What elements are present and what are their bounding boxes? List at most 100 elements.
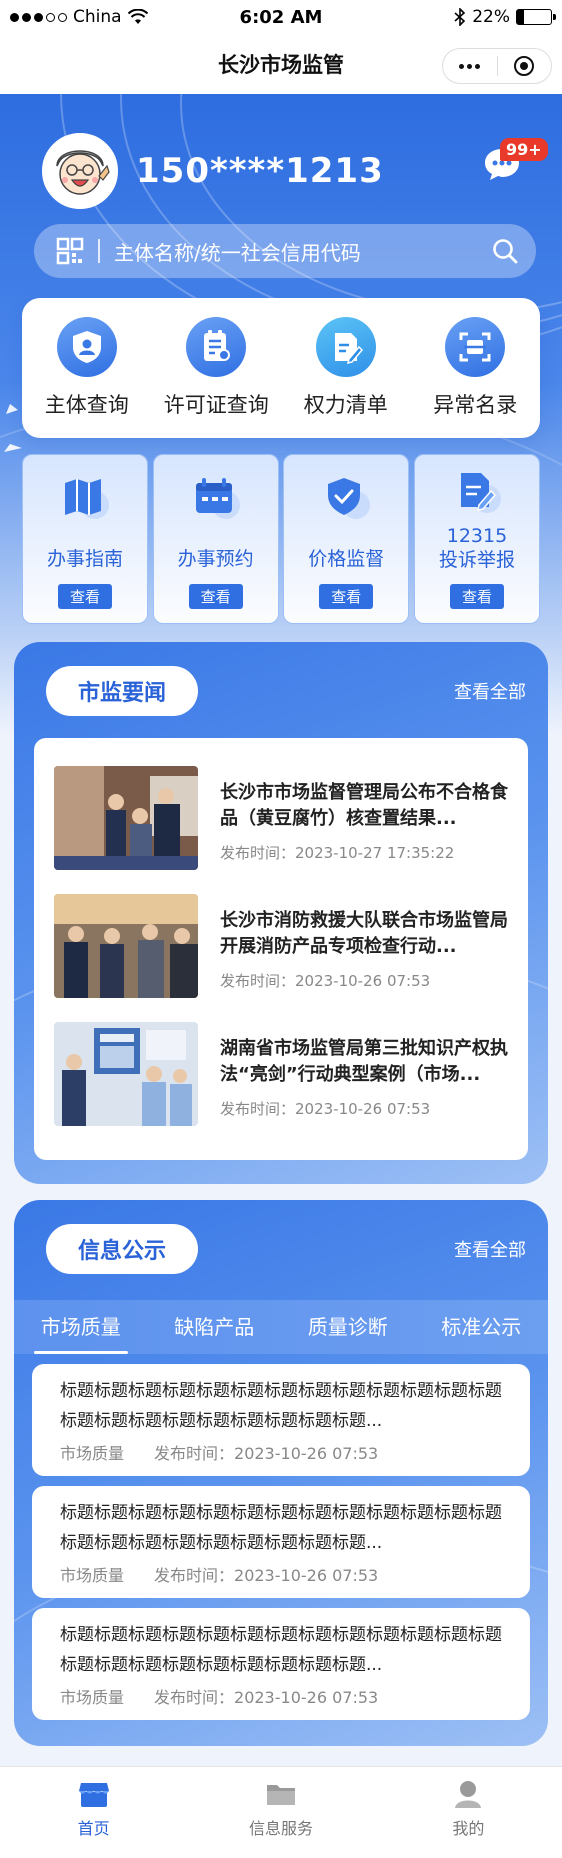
tabbar-label: 首页 (77, 1819, 110, 1838)
news-time: 发布时间：2023-10-27 17:35:22 (220, 844, 455, 862)
view-button[interactable]: 查看 (188, 584, 243, 609)
license-search-icon (186, 317, 247, 377)
tab-standard-notice[interactable]: 标准公示 (415, 1300, 549, 1354)
service-label-line: 投诉举报 (438, 549, 515, 571)
view-button[interactable]: 查看 (57, 584, 113, 609)
tabbar-mine[interactable]: 我的 (375, 1767, 562, 1858)
tab-market-quality[interactable]: 市场质量 (14, 1300, 148, 1354)
view-button[interactable]: 查看 (449, 584, 504, 609)
service-card-price-supervision[interactable]: 价格监督 查看 (283, 454, 410, 624)
notice-title: 标题标题标题标题标题标题标题标题标题标题标题标题标题标题标题标题标题标题标题标题… (60, 1625, 502, 1675)
news-list: 长沙市市场监督管理局公布不合格食品（黄豆腐竹）核查置结果... 发布时间：202… (34, 738, 528, 1160)
info-section-title: 信息公示 (46, 1224, 198, 1274)
avatar-icon (46, 137, 114, 205)
status-right: 22% (454, 7, 556, 27)
avatar[interactable] (42, 133, 118, 209)
notice-time: 发布时间：2023-10-26 07:53 (154, 1444, 379, 1463)
bluetooth-icon (454, 8, 466, 26)
quick-action-label: 权力清单 (303, 393, 388, 417)
news-view-all-link[interactable]: 查看全部 (454, 678, 526, 704)
target-icon (514, 56, 535, 76)
signal-icon (10, 12, 67, 22)
news-thumbnail (54, 766, 198, 870)
shield-check-icon (328, 478, 371, 519)
service-card-appointment[interactable]: 办事预约 查看 (152, 454, 279, 624)
news-title: 长沙市消防救援大队联合市场监管局开展消防产品专项检查行动... (220, 910, 508, 957)
battery-percent: 22% (472, 7, 510, 27)
user-phone: 150****1213 (136, 151, 384, 191)
tabbar-info-service[interactable]: 信息服务 (187, 1767, 374, 1858)
store-icon (78, 1783, 109, 1807)
folder-icon (266, 1785, 295, 1805)
battery-fill (517, 10, 525, 24)
close-mini-program-button[interactable] (498, 49, 552, 83)
quick-action-label: 主体查询 (44, 393, 129, 417)
search-bar[interactable]: 主体名称/统一社会信用代码 (34, 224, 536, 278)
service-label: 价格监督 (308, 548, 385, 570)
service-card-complaint[interactable]: 12315 投诉举报 查看 (413, 454, 540, 624)
carrier-label: China (73, 7, 122, 27)
notice-title: 标题标题标题标题标题标题标题标题标题标题标题标题标题标题标题标题标题标题标题标题… (60, 1381, 502, 1431)
mini-program-capsule (442, 48, 552, 84)
page-title: 长沙市场监管 (218, 53, 344, 77)
notice-item[interactable]: 标题标题标题标题标题标题标题标题标题标题标题标题标题标题标题标题标题标题标题标题… (32, 1364, 530, 1476)
message-badge: 99+ (500, 138, 548, 161)
news-item[interactable]: 湖南省市场监管局第三批知识产权执法“亮剑”行动典型案例（市场... 发布时间：2… (54, 1022, 514, 1128)
service-label-line: 12315 (446, 525, 508, 547)
more-button[interactable] (443, 49, 497, 83)
news-time: 发布时间：2023-10-26 07:53 (220, 1100, 431, 1118)
qr-scan-icon[interactable] (56, 237, 84, 265)
service-card-guide[interactable]: 办事指南 查看 (22, 454, 148, 624)
info-panel: 信息公示 查看全部 市场质量 缺陷产品 质量诊断 标准公示 标题标题标题标题标题… (14, 1200, 548, 1746)
quick-action-abnormal-list[interactable]: 异常名录 (411, 317, 541, 419)
bottom-tab-bar: 首页 信息服务 我的 (0, 1766, 562, 1858)
service-label: 办事预约 (177, 548, 254, 570)
tabbar-label: 我的 (452, 1819, 485, 1838)
status-left: China (10, 7, 148, 27)
news-item[interactable]: 长沙市市场监督管理局公布不合格食品（黄豆腐竹）核查置结果... 发布时间：202… (54, 766, 514, 872)
service-label: 办事指南 (46, 548, 123, 570)
nav-bar: 长沙市场监管 (0, 34, 562, 94)
tab-quality-diagnosis[interactable]: 质量诊断 (281, 1300, 415, 1354)
news-item[interactable]: 长沙市消防救援大队联合市场监管局开展消防产品专项检查行动... 发布时间：202… (54, 894, 514, 1000)
user-icon (455, 1781, 482, 1808)
info-tabs: 市场质量 缺陷产品 质量诊断 标准公示 (14, 1300, 548, 1354)
news-section-title: 市监要闻 (46, 666, 198, 716)
quick-action-label: 许可证查询 (163, 393, 269, 417)
status-bar: China 6:02 AM 22% (0, 0, 562, 34)
quick-action-label: 异常名录 (433, 393, 518, 417)
more-icon (459, 63, 481, 69)
search-icon[interactable] (492, 238, 518, 264)
quick-action-power-list[interactable]: 权力清单 (281, 317, 411, 419)
news-thumbnail (54, 894, 198, 998)
quick-action-license-query[interactable]: 许可证查询 (152, 317, 282, 419)
search-input[interactable]: 主体名称/统一社会信用代码 (114, 237, 492, 266)
tab-defective-products[interactable]: 缺陷产品 (148, 1300, 282, 1354)
notice-category: 市场质量 (60, 1444, 125, 1463)
notice-title: 标题标题标题标题标题标题标题标题标题标题标题标题标题标题标题标题标题标题标题标题… (60, 1503, 502, 1553)
news-panel: 市监要闻 查看全部 长沙市市场监督管理局公布不合格食品（黄豆腐竹）核查置结果..… (14, 642, 548, 1184)
map-icon (65, 479, 109, 519)
service-label: 12315 投诉举报 (439, 521, 515, 575)
notice-category: 市场质量 (60, 1688, 125, 1707)
calendar-icon (195, 478, 240, 519)
quick-action-entity-query[interactable]: 主体查询 (22, 317, 152, 419)
tabbar-home[interactable]: 首页 (0, 1767, 187, 1858)
news-time: 发布时间：2023-10-26 07:53 (220, 972, 431, 990)
info-view-all-link[interactable]: 查看全部 (454, 1236, 526, 1262)
quick-actions-card: 主体查询 许可证查询 权力清单 异常名录 (22, 298, 540, 438)
notice-time: 发布时间：2023-10-26 07:53 (154, 1566, 379, 1585)
notice-item[interactable]: 标题标题标题标题标题标题标题标题标题标题标题标题标题标题标题标题标题标题标题标题… (32, 1486, 530, 1598)
news-title: 湖南省市场监管局第三批知识产权执法“亮剑”行动典型案例（市场... (220, 1038, 508, 1085)
notice-item[interactable]: 标题标题标题标题标题标题标题标题标题标题标题标题标题标题标题标题标题标题标题标题… (32, 1608, 530, 1720)
tabbar-label: 信息服务 (248, 1819, 313, 1838)
complaint-doc-icon (460, 473, 501, 513)
notice-category: 市场质量 (60, 1566, 125, 1585)
pencil-doc-icon (315, 317, 376, 377)
shield-user-icon (56, 317, 117, 377)
user-row: 150****1213 (42, 133, 384, 209)
view-button[interactable]: 查看 (319, 584, 374, 609)
scan-frame-icon (445, 317, 506, 377)
service-row: 办事指南 查看 办事预约 查看 价格监督 查看 12315 投诉举报 查看 (22, 454, 540, 624)
wifi-icon (127, 9, 148, 24)
